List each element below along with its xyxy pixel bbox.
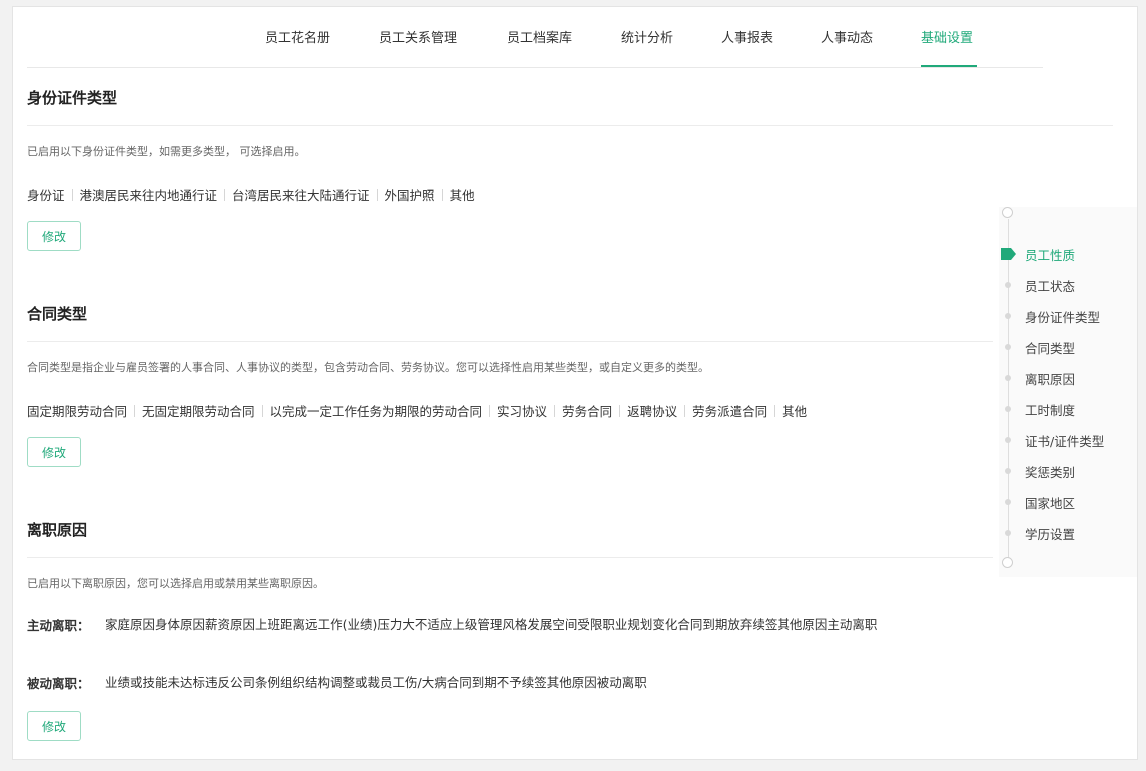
separator xyxy=(224,189,226,201)
anchor-dot-icon xyxy=(1005,499,1011,505)
anchor-dot-icon xyxy=(1005,344,1011,350)
edit-contract-types-button[interactable]: 修改 xyxy=(27,437,81,467)
active-tab-indicator xyxy=(921,65,977,67)
list-item: 发展空间受限 xyxy=(527,617,603,632)
anchor-item[interactable]: 国家地区 xyxy=(1025,493,1075,512)
separator xyxy=(441,189,443,201)
list-item: 劳务派遣合同 xyxy=(692,404,768,419)
involuntary-leave-row: 被动离职： 业绩或技能未达标违反公司条例组织结构调整或裁员工伤/大病合同到期不予… xyxy=(27,673,1113,695)
anchor-item[interactable]: 员工性质 xyxy=(1025,245,1075,264)
list-item: 以完成一定工作任务为期限的劳动合同 xyxy=(269,404,483,419)
separator xyxy=(261,405,263,417)
tab-archive[interactable]: 员工档案库 xyxy=(507,27,572,46)
settings-page: 员工花名册 员工关系管理 员工档案库 统计分析 人事报表 人事动态 基础设置 身… xyxy=(12,6,1138,760)
divider xyxy=(27,341,993,342)
list-item: 违反公司条例 xyxy=(205,675,281,690)
list-item: 返聘协议 xyxy=(627,404,678,419)
anchor-dot-icon xyxy=(1005,406,1011,412)
list-item: 外国护照 xyxy=(384,188,435,203)
id-type-list: 身份证 港澳居民来往内地通行证 台湾居民来往大陆通行证 外国护照 其他 xyxy=(27,185,475,204)
list-item: 合同到期不予续签 xyxy=(446,675,547,690)
tab-reports[interactable]: 人事报表 xyxy=(721,27,773,46)
anchor-track xyxy=(1008,219,1009,559)
list-item: 其他 xyxy=(782,404,808,419)
anchor-nav: 员工性质员工状态身份证件类型 合同类型离职原因工时制度证书/证件类型 奖惩类别国家地… xyxy=(999,207,1137,577)
anchor-dot-icon xyxy=(1005,437,1011,443)
separator xyxy=(774,405,776,417)
anchor-bottom-circle-icon xyxy=(1002,557,1013,568)
list-item: 无固定期限劳动合同 xyxy=(142,404,255,419)
section-description: 合同类型是指企业与雇员签署的人事合同、人事协议的类型，包含劳动合同、劳务协议。您… xyxy=(27,361,709,374)
voluntary-leave-list: 家庭原因身体原因薪资原因上班距离远工作(业绩)压力大不适应上级管理风格发展空间受… xyxy=(105,615,1115,635)
anchor-item[interactable]: 身份证件类型 xyxy=(1025,307,1100,326)
anchor-item[interactable]: 奖惩类别 xyxy=(1025,462,1075,481)
list-item: 其他原因主动离职 xyxy=(777,617,878,632)
anchor-dot-icon xyxy=(1005,313,1011,319)
section-contract-types: 合同类型 合同类型是指企业与雇员签署的人事合同、人事协议的类型，包含劳动合同、劳… xyxy=(27,303,1113,473)
tab-relations[interactable]: 员工关系管理 xyxy=(379,27,457,46)
anchor-item[interactable]: 工时制度 xyxy=(1025,400,1075,419)
separator xyxy=(376,189,378,201)
voluntary-leave-label: 主动离职： xyxy=(27,618,90,633)
list-item: 合同到期放弃续签 xyxy=(677,617,778,632)
list-item: 上班距离远 xyxy=(255,617,318,632)
anchor-dot-icon xyxy=(1005,530,1011,536)
list-item: 工作(业绩)压力大 xyxy=(317,617,415,632)
list-item: 实习协议 xyxy=(497,404,548,419)
separator xyxy=(489,405,491,417)
list-item: 身体原因 xyxy=(155,617,206,632)
list-item: 业绩或技能未达标 xyxy=(105,675,206,690)
anchor-dot-icon xyxy=(1005,468,1011,474)
section-title: 离职原因 xyxy=(27,521,88,539)
voluntary-leave-row: 主动离职： 家庭原因身体原因薪资原因上班距离远工作(业绩)压力大不适应上级管理风… xyxy=(27,615,1113,657)
list-item: 薪资原因 xyxy=(205,617,256,632)
edit-leave-reasons-button[interactable]: 修改 xyxy=(27,711,81,741)
tab-basic-settings[interactable]: 基础设置 xyxy=(921,27,973,46)
list-item: 港澳居民来往内地通行证 xyxy=(79,188,218,203)
tab-statistics[interactable]: 统计分析 xyxy=(621,27,673,46)
list-item: 组织结构调整或裁员 xyxy=(280,675,393,690)
divider xyxy=(27,557,993,558)
divider xyxy=(27,125,1113,126)
separator xyxy=(619,405,621,417)
list-item: 不适应上级管理风格 xyxy=(414,617,528,632)
contract-type-list: 固定期限劳动合同 无固定期限劳动合同 以完成一定工作任务为期限的劳动合同 实习协议 劳务… xyxy=(27,401,807,420)
section-id-types: 身份证件类型 已启用以下身份证件类型，如需更多类型， 可选择启用。 身份证 港澳居… xyxy=(27,87,1113,257)
separator xyxy=(134,405,136,417)
anchor-item[interactable]: 证书/证件类型 xyxy=(1025,431,1104,450)
top-nav: 员工花名册 员工关系管理 员工档案库 统计分析 人事报表 人事动态 基础设置 xyxy=(27,7,1043,68)
edit-id-types-button[interactable]: 修改 xyxy=(27,221,81,251)
separator xyxy=(71,189,73,201)
section-title: 合同类型 xyxy=(27,305,88,323)
list-item: 其他 xyxy=(449,188,475,203)
list-item: 职业规划变化 xyxy=(602,617,678,632)
anchor-dot-icon xyxy=(1005,375,1011,381)
anchor-item[interactable]: 员工状态 xyxy=(1025,276,1075,295)
anchor-top-circle-icon xyxy=(1002,207,1013,218)
list-item: 台湾居民来往大陆通行证 xyxy=(232,188,370,203)
list-item: 工伤/大病 xyxy=(392,675,447,690)
involuntary-leave-list: 业绩或技能未达标违反公司条例组织结构调整或裁员工伤/大病合同到期不予续签其他原因… xyxy=(105,673,1115,693)
anchor-item[interactable]: 合同类型 xyxy=(1025,338,1075,357)
list-item: 固定期限劳动合同 xyxy=(27,404,128,419)
anchor-item[interactable]: 学历设置 xyxy=(1025,524,1075,543)
section-title: 身份证件类型 xyxy=(27,89,118,107)
tab-roster[interactable]: 员工花名册 xyxy=(265,27,330,46)
list-item: 劳务合同 xyxy=(562,404,613,419)
list-item: 家庭原因 xyxy=(105,617,156,632)
section-description: 已启用以下离职原因，您可以选择启用或禁用某些离职原因。 xyxy=(27,577,324,590)
anchor-item[interactable]: 离职原因 xyxy=(1025,369,1075,388)
list-item: 其他原因被动离职 xyxy=(546,675,647,690)
separator xyxy=(554,405,556,417)
involuntary-leave-label: 被动离职： xyxy=(27,676,90,691)
separator xyxy=(684,405,686,417)
section-description: 已启用以下身份证件类型，如需更多类型， 可选择启用。 xyxy=(27,145,306,158)
tab-dynamics[interactable]: 人事动态 xyxy=(821,27,873,46)
anchor-dot-icon xyxy=(1005,282,1011,288)
list-item: 身份证 xyxy=(27,188,65,203)
active-marker-icon xyxy=(1001,248,1016,260)
section-leave-reasons: 离职原因 已启用以下离职原因，您可以选择启用或禁用某些离职原因。 主动离职： 家… xyxy=(27,519,1113,759)
